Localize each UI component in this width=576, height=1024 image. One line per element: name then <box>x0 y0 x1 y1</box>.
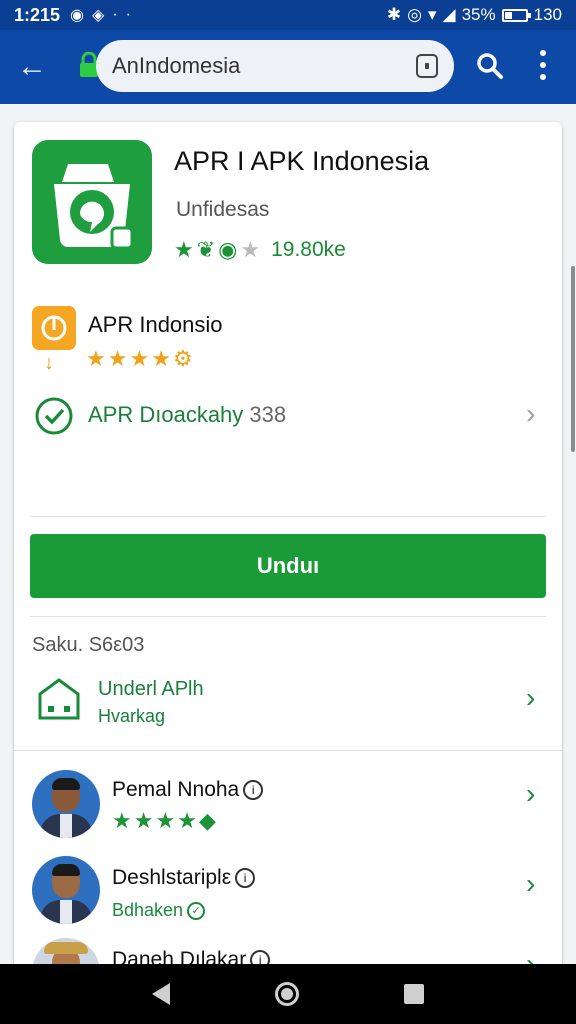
divider <box>14 750 562 751</box>
star-icon: ★ <box>151 346 171 371</box>
battery-percent: 35% <box>461 5 496 24</box>
install-subtitle: Hvarkag <box>98 706 166 726</box>
url-text: AnIndomesia <box>112 53 241 78</box>
verified-badge-icon: ✓ <box>187 902 206 921</box>
back-button[interactable]: ← <box>0 52 64 82</box>
system-nav-bar <box>0 964 576 1024</box>
install-title[interactable]: Underl APlh <box>98 678 204 701</box>
alarm-icon: ◎ <box>407 5 422 24</box>
reviewer-rating: ★ ★ ★ ★ ◆ <box>112 810 216 832</box>
chat-icon: ◉ <box>218 237 238 262</box>
reviewer-name: Pemal Nnoha i <box>112 778 264 802</box>
star-icon: ★ <box>86 346 106 371</box>
search-icon[interactable] <box>476 52 504 80</box>
wifi-icon: ▾ <box>427 5 437 24</box>
download-button[interactable]: Unduı <box>30 534 546 598</box>
avatar <box>32 856 100 924</box>
signal-icon: ◢ <box>442 5 456 24</box>
bluetooth-icon: ✱ <box>386 5 402 24</box>
url-bar[interactable]: AnIndomesia <box>96 40 454 92</box>
diamond-icon: ◆ <box>198 808 216 833</box>
sync-icon: ◈ <box>92 7 105 24</box>
star-icon: ★ <box>129 346 150 371</box>
status-clock-right: 130 <box>533 5 562 24</box>
arrow-down-icon: ↓ <box>44 352 54 374</box>
chevron-right-icon[interactable]: › <box>526 400 535 428</box>
app-subtitle: Unfidesas <box>176 198 270 221</box>
verified-row[interactable]: APR Dıoackahy 338 <box>88 402 286 428</box>
tab-switch-icon[interactable] <box>416 54 438 78</box>
status-right: ✱ ◎ ▾ ◢ 35% 130 <box>387 5 562 25</box>
browser-toolbar: ← AnIndomesia <box>0 30 576 104</box>
review-item[interactable]: Daneh Dılakar i › <box>32 938 562 964</box>
star-icon: ★ <box>155 808 176 833</box>
battery-icon <box>501 8 531 22</box>
avatar <box>32 938 100 964</box>
dot-icon: · <box>112 6 118 23</box>
rating-count: 19.80ke <box>271 238 346 261</box>
divider <box>30 516 546 517</box>
reviewer-name: Daneh Dılakar i <box>112 948 271 964</box>
divider <box>30 616 546 617</box>
star-icon: ★ <box>133 808 154 833</box>
nav-recents-icon[interactable] <box>403 984 424 1004</box>
notification-icon: ◉ <box>70 7 85 24</box>
app-card: APR I APK Indonesia Unfidesas ★ ❦ ◉ ★ 19… <box>14 122 562 964</box>
page-content: APR I APK Indonesia Unfidesas ★ ❦ ◉ ★ 19… <box>0 104 576 964</box>
chevron-right-icon[interactable]: › <box>526 950 535 965</box>
verified-count: 338 <box>249 402 287 427</box>
check-circle-icon <box>35 397 73 435</box>
leaf-icon: ❦ <box>196 237 216 262</box>
install-icon <box>38 678 80 720</box>
gear-icon: ⚙ <box>172 346 193 371</box>
info-icon: i <box>235 868 256 889</box>
star-icon: ★ <box>174 237 194 262</box>
reviewer-name: Deshlstariplε i <box>112 866 256 890</box>
more-menu-icon[interactable] <box>538 50 548 80</box>
developer-icon <box>32 306 76 350</box>
info-icon: i <box>250 950 271 964</box>
review-item[interactable]: Deshlstariplε i Bdhaken ✓ › <box>32 856 562 936</box>
app-size: Saku. S6ε03 <box>32 634 145 656</box>
developer-name: APR Indonsio <box>88 312 223 337</box>
status-time: 1:215 <box>14 4 61 25</box>
chevron-right-icon[interactable]: › <box>526 684 535 712</box>
app-icon <box>32 140 152 264</box>
star-empty-icon: ★ <box>240 237 261 262</box>
reviewer-meta: Bdhaken ✓ <box>112 900 206 921</box>
star-icon: ★ <box>177 808 197 833</box>
verified-label: APR Dıoackahy <box>88 402 244 427</box>
dot-icon: · <box>125 6 131 23</box>
scrollbar[interactable] <box>571 266 575 452</box>
star-icon: ★ <box>107 346 128 371</box>
review-item[interactable]: Pemal Nnoha i ★ ★ ★ ★ ◆ › <box>32 770 562 850</box>
developer-rating: ★ ★ ★ ★ ⚙ <box>86 348 193 370</box>
app-title: APR I APK Indonesia <box>174 146 430 176</box>
star-icon: ★ <box>112 808 132 833</box>
nav-back-icon[interactable] <box>152 983 171 1005</box>
avatar <box>32 770 100 838</box>
nav-home-icon[interactable] <box>274 982 299 1006</box>
chevron-right-icon[interactable]: › <box>526 870 535 898</box>
chevron-right-icon[interactable]: › <box>526 780 535 808</box>
app-rating: ★ ❦ ◉ ★ 19.80ke <box>174 238 346 262</box>
info-icon: i <box>243 780 264 801</box>
status-bar: 1:215 ◉ ◈ · · ✱ ◎ ▾ ◢ 35% 130 <box>0 0 576 30</box>
